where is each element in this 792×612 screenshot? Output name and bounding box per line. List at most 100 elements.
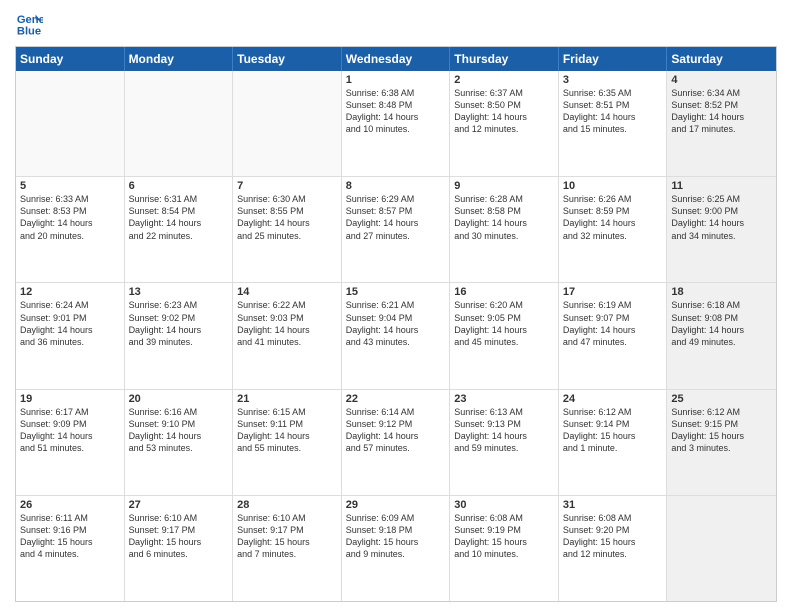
calendar-cell: 22Sunrise: 6:14 AMSunset: 9:12 PMDayligh… <box>342 390 451 495</box>
day-info: Sunrise: 6:09 AMSunset: 9:18 PMDaylight:… <box>346 512 446 561</box>
header-day-thursday: Thursday <box>450 47 559 71</box>
day-number: 4 <box>671 74 772 86</box>
day-number: 29 <box>346 499 446 511</box>
logo-icon: General Blue <box>15 10 43 38</box>
calendar-cell: 2Sunrise: 6:37 AMSunset: 8:50 PMDaylight… <box>450 71 559 176</box>
calendar-cell: 10Sunrise: 6:26 AMSunset: 8:59 PMDayligh… <box>559 177 668 282</box>
calendar-cell: 26Sunrise: 6:11 AMSunset: 9:16 PMDayligh… <box>16 496 125 601</box>
day-number: 30 <box>454 499 554 511</box>
day-number: 18 <box>671 286 772 298</box>
day-number: 17 <box>563 286 663 298</box>
calendar-cell: 12Sunrise: 6:24 AMSunset: 9:01 PMDayligh… <box>16 283 125 388</box>
calendar-cell: 16Sunrise: 6:20 AMSunset: 9:05 PMDayligh… <box>450 283 559 388</box>
calendar-week-3: 12Sunrise: 6:24 AMSunset: 9:01 PMDayligh… <box>16 283 776 389</box>
day-number: 10 <box>563 180 663 192</box>
calendar-cell <box>125 71 234 176</box>
day-info: Sunrise: 6:34 AMSunset: 8:52 PMDaylight:… <box>671 87 772 136</box>
day-number: 24 <box>563 393 663 405</box>
calendar-week-5: 26Sunrise: 6:11 AMSunset: 9:16 PMDayligh… <box>16 496 776 601</box>
header-day-saturday: Saturday <box>667 47 776 71</box>
day-number: 2 <box>454 74 554 86</box>
day-info: Sunrise: 6:37 AMSunset: 8:50 PMDaylight:… <box>454 87 554 136</box>
header-day-friday: Friday <box>559 47 668 71</box>
header-day-sunday: Sunday <box>16 47 125 71</box>
day-info: Sunrise: 6:35 AMSunset: 8:51 PMDaylight:… <box>563 87 663 136</box>
day-number: 6 <box>129 180 229 192</box>
calendar-cell: 13Sunrise: 6:23 AMSunset: 9:02 PMDayligh… <box>125 283 234 388</box>
day-number: 1 <box>346 74 446 86</box>
day-number: 19 <box>20 393 120 405</box>
day-info: Sunrise: 6:12 AMSunset: 9:15 PMDaylight:… <box>671 406 772 455</box>
calendar-cell: 31Sunrise: 6:08 AMSunset: 9:20 PMDayligh… <box>559 496 668 601</box>
day-number: 25 <box>671 393 772 405</box>
day-info: Sunrise: 6:33 AMSunset: 8:53 PMDaylight:… <box>20 193 120 242</box>
day-info: Sunrise: 6:11 AMSunset: 9:16 PMDaylight:… <box>20 512 120 561</box>
calendar-cell <box>233 71 342 176</box>
logo: General Blue <box>15 10 45 38</box>
day-number: 26 <box>20 499 120 511</box>
calendar-cell: 5Sunrise: 6:33 AMSunset: 8:53 PMDaylight… <box>16 177 125 282</box>
day-number: 13 <box>129 286 229 298</box>
day-info: Sunrise: 6:25 AMSunset: 9:00 PMDaylight:… <box>671 193 772 242</box>
calendar-cell: 18Sunrise: 6:18 AMSunset: 9:08 PMDayligh… <box>667 283 776 388</box>
calendar: SundayMondayTuesdayWednesdayThursdayFrid… <box>15 46 777 602</box>
day-number: 15 <box>346 286 446 298</box>
header-day-monday: Monday <box>125 47 234 71</box>
page-header: General Blue <box>15 10 777 38</box>
day-info: Sunrise: 6:26 AMSunset: 8:59 PMDaylight:… <box>563 193 663 242</box>
day-info: Sunrise: 6:08 AMSunset: 9:20 PMDaylight:… <box>563 512 663 561</box>
calendar-cell: 28Sunrise: 6:10 AMSunset: 9:17 PMDayligh… <box>233 496 342 601</box>
day-number: 20 <box>129 393 229 405</box>
calendar-header: SundayMondayTuesdayWednesdayThursdayFrid… <box>16 47 776 71</box>
calendar-week-2: 5Sunrise: 6:33 AMSunset: 8:53 PMDaylight… <box>16 177 776 283</box>
day-number: 31 <box>563 499 663 511</box>
day-number: 16 <box>454 286 554 298</box>
day-info: Sunrise: 6:16 AMSunset: 9:10 PMDaylight:… <box>129 406 229 455</box>
day-info: Sunrise: 6:20 AMSunset: 9:05 PMDaylight:… <box>454 299 554 348</box>
calendar-cell: 29Sunrise: 6:09 AMSunset: 9:18 PMDayligh… <box>342 496 451 601</box>
day-info: Sunrise: 6:10 AMSunset: 9:17 PMDaylight:… <box>237 512 337 561</box>
day-info: Sunrise: 6:24 AMSunset: 9:01 PMDaylight:… <box>20 299 120 348</box>
day-info: Sunrise: 6:28 AMSunset: 8:58 PMDaylight:… <box>454 193 554 242</box>
calendar-cell: 1Sunrise: 6:38 AMSunset: 8:48 PMDaylight… <box>342 71 451 176</box>
calendar-cell: 7Sunrise: 6:30 AMSunset: 8:55 PMDaylight… <box>233 177 342 282</box>
day-number: 7 <box>237 180 337 192</box>
day-info: Sunrise: 6:22 AMSunset: 9:03 PMDaylight:… <box>237 299 337 348</box>
day-info: Sunrise: 6:31 AMSunset: 8:54 PMDaylight:… <box>129 193 229 242</box>
calendar-cell: 30Sunrise: 6:08 AMSunset: 9:19 PMDayligh… <box>450 496 559 601</box>
calendar-week-4: 19Sunrise: 6:17 AMSunset: 9:09 PMDayligh… <box>16 390 776 496</box>
calendar-cell: 27Sunrise: 6:10 AMSunset: 9:17 PMDayligh… <box>125 496 234 601</box>
calendar-cell: 3Sunrise: 6:35 AMSunset: 8:51 PMDaylight… <box>559 71 668 176</box>
day-number: 11 <box>671 180 772 192</box>
calendar-cell: 4Sunrise: 6:34 AMSunset: 8:52 PMDaylight… <box>667 71 776 176</box>
calendar-cell: 23Sunrise: 6:13 AMSunset: 9:13 PMDayligh… <box>450 390 559 495</box>
day-number: 9 <box>454 180 554 192</box>
day-info: Sunrise: 6:17 AMSunset: 9:09 PMDaylight:… <box>20 406 120 455</box>
day-info: Sunrise: 6:15 AMSunset: 9:11 PMDaylight:… <box>237 406 337 455</box>
day-info: Sunrise: 6:10 AMSunset: 9:17 PMDaylight:… <box>129 512 229 561</box>
header-day-tuesday: Tuesday <box>233 47 342 71</box>
day-number: 14 <box>237 286 337 298</box>
day-info: Sunrise: 6:19 AMSunset: 9:07 PMDaylight:… <box>563 299 663 348</box>
calendar-cell <box>16 71 125 176</box>
calendar-week-1: 1Sunrise: 6:38 AMSunset: 8:48 PMDaylight… <box>16 71 776 177</box>
calendar-cell <box>667 496 776 601</box>
day-info: Sunrise: 6:08 AMSunset: 9:19 PMDaylight:… <box>454 512 554 561</box>
day-number: 27 <box>129 499 229 511</box>
day-number: 21 <box>237 393 337 405</box>
day-info: Sunrise: 6:14 AMSunset: 9:12 PMDaylight:… <box>346 406 446 455</box>
calendar-cell: 11Sunrise: 6:25 AMSunset: 9:00 PMDayligh… <box>667 177 776 282</box>
day-number: 28 <box>237 499 337 511</box>
calendar-cell: 8Sunrise: 6:29 AMSunset: 8:57 PMDaylight… <box>342 177 451 282</box>
calendar-cell: 20Sunrise: 6:16 AMSunset: 9:10 PMDayligh… <box>125 390 234 495</box>
calendar-cell: 24Sunrise: 6:12 AMSunset: 9:14 PMDayligh… <box>559 390 668 495</box>
day-info: Sunrise: 6:29 AMSunset: 8:57 PMDaylight:… <box>346 193 446 242</box>
calendar-cell: 6Sunrise: 6:31 AMSunset: 8:54 PMDaylight… <box>125 177 234 282</box>
calendar-body: 1Sunrise: 6:38 AMSunset: 8:48 PMDaylight… <box>16 71 776 601</box>
day-number: 12 <box>20 286 120 298</box>
calendar-cell: 25Sunrise: 6:12 AMSunset: 9:15 PMDayligh… <box>667 390 776 495</box>
day-info: Sunrise: 6:21 AMSunset: 9:04 PMDaylight:… <box>346 299 446 348</box>
calendar-cell: 9Sunrise: 6:28 AMSunset: 8:58 PMDaylight… <box>450 177 559 282</box>
day-info: Sunrise: 6:30 AMSunset: 8:55 PMDaylight:… <box>237 193 337 242</box>
day-number: 22 <box>346 393 446 405</box>
